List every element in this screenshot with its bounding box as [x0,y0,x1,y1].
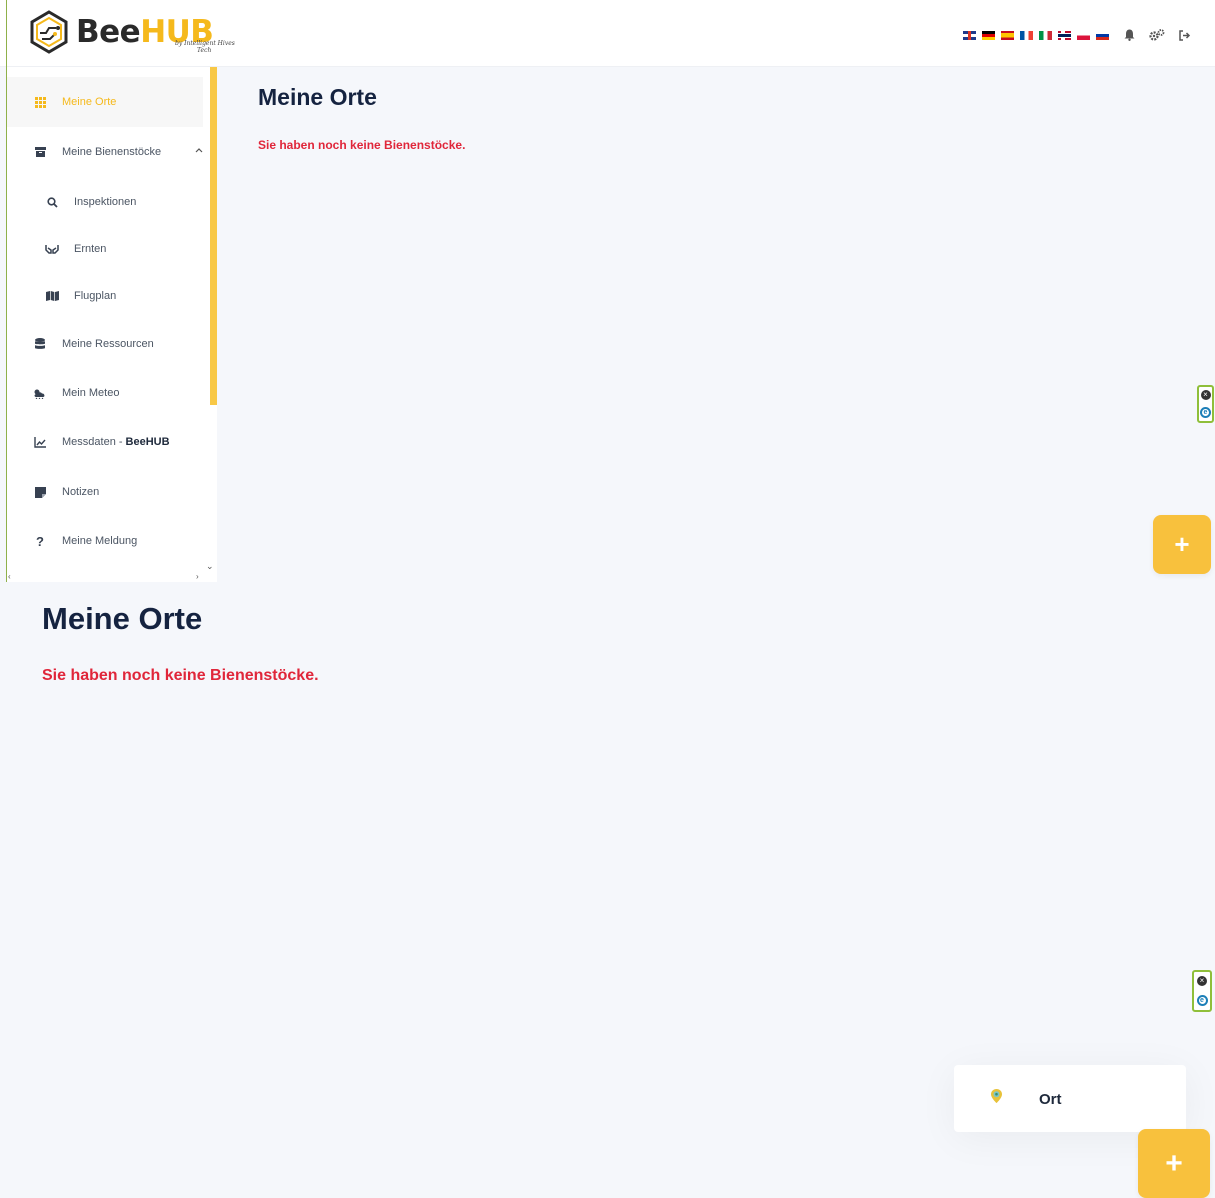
side-widget[interactable]: × e [1197,385,1214,423]
sidebar-item-flugplan[interactable]: Flugplan [7,271,203,321]
note-icon [33,485,47,499]
sidebar-item-label: Meine Meldung [62,535,138,547]
logo-text-bee: Bee [76,14,141,50]
top-header: BeeHUB by Intelligent Hives Tech [0,0,1215,67]
sidebar-item-notizen[interactable]: Notizen [7,467,203,517]
sidebar-item-mein-meteo[interactable]: Mein Meteo [7,368,203,418]
flag-ru-icon[interactable] [1096,30,1109,40]
flag-de-icon[interactable] [982,30,995,40]
flag-no-icon[interactable] [1058,30,1071,40]
sidebar-item-label: Flugplan [74,290,117,302]
sidebar-item-label-bold: BeeHUB [125,436,170,448]
sidebar-item-label: Ernten [74,243,107,255]
empty-state-message: Sie haben noch keine Bienenstöcke. [258,138,466,152]
empty-state-message: Sie haben noch keine Bienenstöcke. [42,667,319,684]
e-logo-icon[interactable]: e [1200,406,1211,418]
flag-gb-icon[interactable] [963,30,976,40]
chevron-up-icon[interactable] [195,145,203,156]
sidebar-item-meine-bienenstoecke[interactable]: Meine Bienenstöcke [7,127,203,177]
sidebar-item-label: Meine Ressourcen [62,338,154,350]
scroll-left-arrow-icon[interactable]: ‹ [8,572,11,581]
search-icon [45,195,59,209]
scroll-down-arrow-icon[interactable]: ⌄ [206,561,214,572]
logo-tagline: by Intelligent Hives Tech [175,40,235,54]
screen-with-sidebar: BeeHUB by Intelligent Hives Tech Meine O… [0,0,1215,582]
sidebar-item-meine-orte[interactable]: Meine Orte [7,77,203,127]
bell-icon[interactable] [1121,27,1137,43]
chart-line-icon [33,435,47,449]
hands-icon [45,242,59,256]
location-pin-icon [991,1089,1002,1103]
sidebar-item-messdaten[interactable]: Messdaten - BeeHUB [7,417,203,467]
page-title: Meine Orte [42,601,203,636]
sidebar-item-inspektionen[interactable]: Inspektionen [7,177,203,227]
flag-it-icon[interactable] [1039,30,1052,40]
side-widget[interactable]: × e [1192,970,1212,1012]
database-icon [33,337,47,351]
question-icon: ? [36,533,44,549]
cogs-icon[interactable] [1149,27,1165,43]
add-fab-button[interactable]: + [1138,1129,1210,1198]
flag-es-icon[interactable] [1001,30,1014,40]
menu-item-label: Ort [1039,1091,1062,1108]
header-actions [963,27,1193,43]
logo-tagline-line1: by Intelligent Hives [175,40,235,47]
main-content: Meine Orte Sie haben noch keine Bienenst… [217,67,1215,582]
add-menu-item-ort[interactable]: Ort [954,1065,1186,1132]
sidebar-item-label: Inspektionen [74,196,137,208]
logo-tagline-line2: Tech [197,47,212,54]
sidebar-item-label: Notizen [62,486,100,498]
map-icon [45,289,59,303]
flag-fr-icon[interactable] [1020,30,1033,40]
hive-logo-icon [30,10,68,54]
sidebar-item-meine-meldung[interactable]: ? Meine Meldung [7,516,203,566]
close-circle-icon[interactable]: × [1200,390,1211,401]
screen-with-add-menu: Meine Orte Sie haben noch keine Bienenst… [0,582,1215,1198]
sidebar-item-label: Mein Meteo [62,387,120,399]
sidebar-item-ernten[interactable]: Ernten [7,224,203,274]
logout-icon[interactable] [1177,27,1193,43]
sidebar: Meine Orte Meine Bienenstöcke Inspektion… [7,67,224,582]
cloud-sun-icon [33,386,47,400]
grid-icon [33,95,47,109]
sidebar-item-label: Messdaten - [62,436,123,448]
page-title: Meine Orte [258,84,377,110]
add-fab-button[interactable]: + [1153,515,1211,574]
sidebar-item-label: Meine Orte [62,96,117,108]
sidebar-item-label: Meine Bienenstöcke [62,146,162,158]
archive-icon [33,145,47,159]
e-logo-icon[interactable]: e [1196,994,1208,1006]
scroll-right-arrow-icon[interactable]: › [196,572,199,581]
flag-pl-icon[interactable] [1077,30,1090,40]
sidebar-item-meine-ressourcen[interactable]: Meine Ressourcen [7,319,203,369]
close-circle-icon[interactable]: × [1197,976,1207,987]
